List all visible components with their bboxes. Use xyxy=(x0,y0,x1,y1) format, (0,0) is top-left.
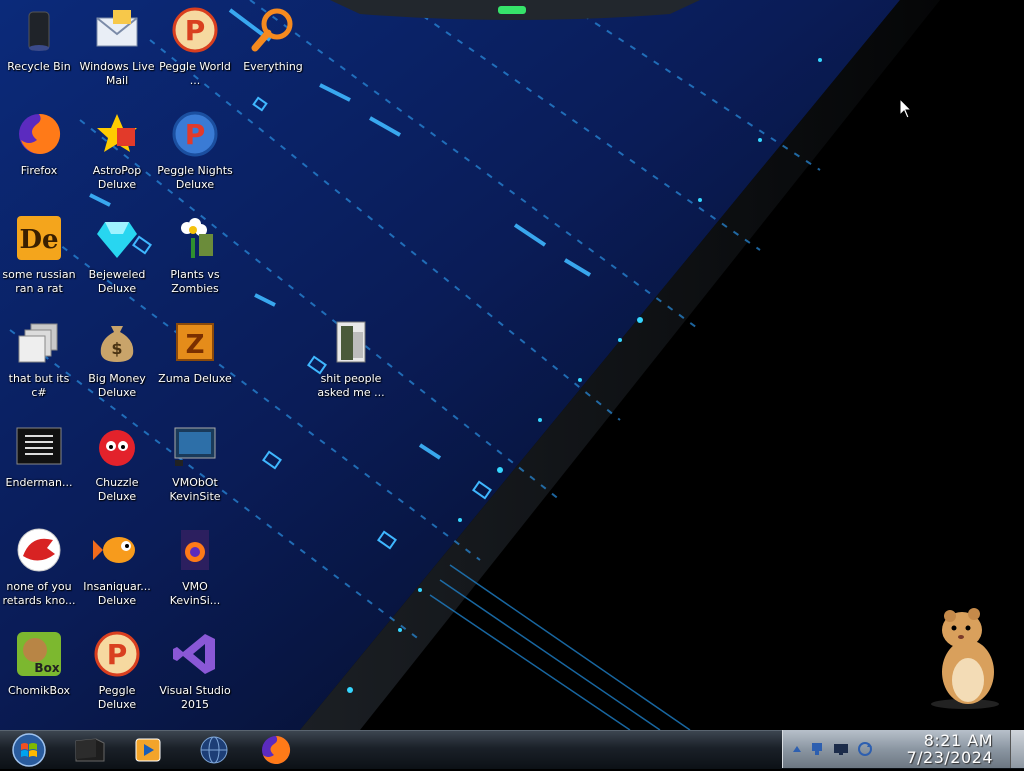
show-desktop-button[interactable] xyxy=(1010,730,1024,768)
icon-label: none of you retards kno... xyxy=(2,580,76,607)
desktop-icon-chomikbox[interactable]: Box ChomikBox xyxy=(0,626,78,726)
media-player-icon xyxy=(124,738,172,771)
desktop-icon-recycle-bin[interactable]: Recycle Bin xyxy=(0,2,78,102)
taskbar-ie-button[interactable] xyxy=(190,733,238,767)
system-tray: 8:21 AM 7/23/2024 xyxy=(782,730,1011,768)
icon-label: Zuma Deluxe xyxy=(158,372,232,385)
folder-dark-icon xyxy=(66,738,114,771)
icon-label: AstroPop Deluxe xyxy=(92,164,142,191)
desktop-icon-firefox[interactable]: Firefox xyxy=(0,106,78,206)
icon-label: Peggle World ... xyxy=(159,60,231,87)
icon-label: Peggle Deluxe xyxy=(97,684,137,711)
gem-icon xyxy=(93,214,141,262)
money-bag-icon: $ xyxy=(93,318,141,366)
icon-label: Chuzzle Deluxe xyxy=(95,476,139,503)
svg-text:De: De xyxy=(19,225,58,255)
icon-label: shit people asked me ... xyxy=(317,372,385,399)
desktop-icon-peggle-nights[interactable]: P Peggle Nights Deluxe xyxy=(156,106,234,206)
icon-label: Firefox xyxy=(20,164,58,177)
mail-icon xyxy=(93,6,141,54)
icon-label: Everything xyxy=(243,60,303,73)
firefox-file-icon xyxy=(171,526,219,574)
recycle-bin-icon xyxy=(15,6,63,54)
copy-icon xyxy=(15,318,63,366)
desktop-icon-big-money[interactable]: $ Big Money Deluxe xyxy=(78,314,156,414)
peggle-icon: P xyxy=(171,6,219,54)
firefox-icon xyxy=(252,735,300,771)
mouse-cursor-icon xyxy=(899,97,913,119)
desktop-icon-peggle-deluxe[interactable]: P Peggle Deluxe xyxy=(78,626,156,726)
svg-text:P: P xyxy=(185,14,206,47)
desktop-icon-insaniquarium[interactable]: Insaniquar... Deluxe xyxy=(78,522,156,622)
desktop-icon-peggle-world[interactable]: P Peggle World ... xyxy=(156,2,234,102)
svg-text:P: P xyxy=(185,118,206,151)
desktop-icon-vmo-kevinsi[interactable]: VMO KevinSi... xyxy=(156,522,234,622)
flower-icon xyxy=(171,214,219,262)
astropop-icon xyxy=(93,110,141,158)
taskbar-firefox-button[interactable] xyxy=(252,733,300,767)
peggle-nights-icon: P xyxy=(171,110,219,158)
icon-label: Windows Live Mail xyxy=(79,60,155,87)
desktop-icon-pvz[interactable]: Plants vs Zombies xyxy=(156,210,234,310)
desktop-icon-that-but-csharp[interactable]: that but its c# xyxy=(0,314,78,414)
desktop-icon-chuzzle[interactable]: Chuzzle Deluxe xyxy=(78,418,156,518)
icon-label: Enderman... xyxy=(5,476,73,489)
hamster-gadget[interactable] xyxy=(920,604,1010,710)
start-button[interactable] xyxy=(4,733,54,767)
desktop-icon-everything[interactable]: Everything xyxy=(234,2,312,102)
icon-label: ChomikBox xyxy=(8,684,70,697)
folder-icon xyxy=(327,318,375,366)
peggle-icon: P xyxy=(93,630,141,678)
hamster-box-icon: Box xyxy=(15,630,63,678)
desktop-icon-visual-studio[interactable]: Visual Studio 2015 xyxy=(156,626,234,726)
desktop-icon-bejeweled[interactable]: Bejeweled Deluxe xyxy=(78,210,156,310)
de-icon: De xyxy=(15,214,63,262)
svg-text:P: P xyxy=(107,638,128,671)
icon-label: Recycle Bin xyxy=(7,60,71,73)
fish-icon xyxy=(93,526,141,574)
icon-label: VMO KevinSi... xyxy=(169,580,221,607)
icon-label: Plants vs Zombies xyxy=(170,268,220,295)
icon-label: Bejeweled Deluxe xyxy=(88,268,146,295)
desktop-icon-zuma[interactable]: Z Zuma Deluxe xyxy=(156,314,234,414)
taskbar-file-explorer-button[interactable] xyxy=(66,733,114,767)
desktop-icon-windows-live-mail[interactable]: Windows Live Mail xyxy=(78,2,156,102)
chuzzle-icon xyxy=(93,422,141,470)
icon-label: VMObOt KevinSite xyxy=(169,476,221,503)
red-creature-icon xyxy=(15,526,63,574)
icon-label: Big Money Deluxe xyxy=(88,372,146,399)
svg-text:$: $ xyxy=(111,339,122,358)
icon-label: Insaniquar... Deluxe xyxy=(83,580,151,607)
desktop-icon-astropop[interactable]: AstroPop Deluxe xyxy=(78,106,156,206)
svg-text:Z: Z xyxy=(186,330,205,360)
icon-label: that but its c# xyxy=(8,372,70,399)
icon-label: some russian ran a rat xyxy=(2,268,76,295)
desktop-icon-none-of-you[interactable]: none of you retards kno... xyxy=(0,522,78,622)
zuma-icon: Z xyxy=(171,318,219,366)
svg-text:Box: Box xyxy=(34,661,59,675)
desktop-icon-enderman[interactable]: Enderman... xyxy=(0,418,78,518)
taskbar-media-player-button[interactable] xyxy=(124,733,172,767)
terminal-icon xyxy=(15,422,63,470)
clock-date[interactable]: 7/23/2024 xyxy=(783,748,1011,767)
desktop-icon-some-russian[interactable]: De some russian ran a rat xyxy=(0,210,78,310)
desktop-icon-shit-people[interactable]: shit people asked me ... xyxy=(312,314,390,414)
icon-label: Peggle Nights Deluxe xyxy=(157,164,233,191)
firefox-icon xyxy=(15,110,63,158)
top-gadget-bar xyxy=(330,0,700,22)
magnifier-icon xyxy=(249,6,297,54)
icon-label: Visual Studio 2015 xyxy=(159,684,231,711)
visual-studio-icon xyxy=(171,630,219,678)
desktop-icon-vmobot[interactable]: VMObOt KevinSite xyxy=(156,418,234,518)
globe-icon xyxy=(190,736,238,771)
monitor-icon xyxy=(171,422,219,470)
windows-orb-icon xyxy=(4,733,54,771)
